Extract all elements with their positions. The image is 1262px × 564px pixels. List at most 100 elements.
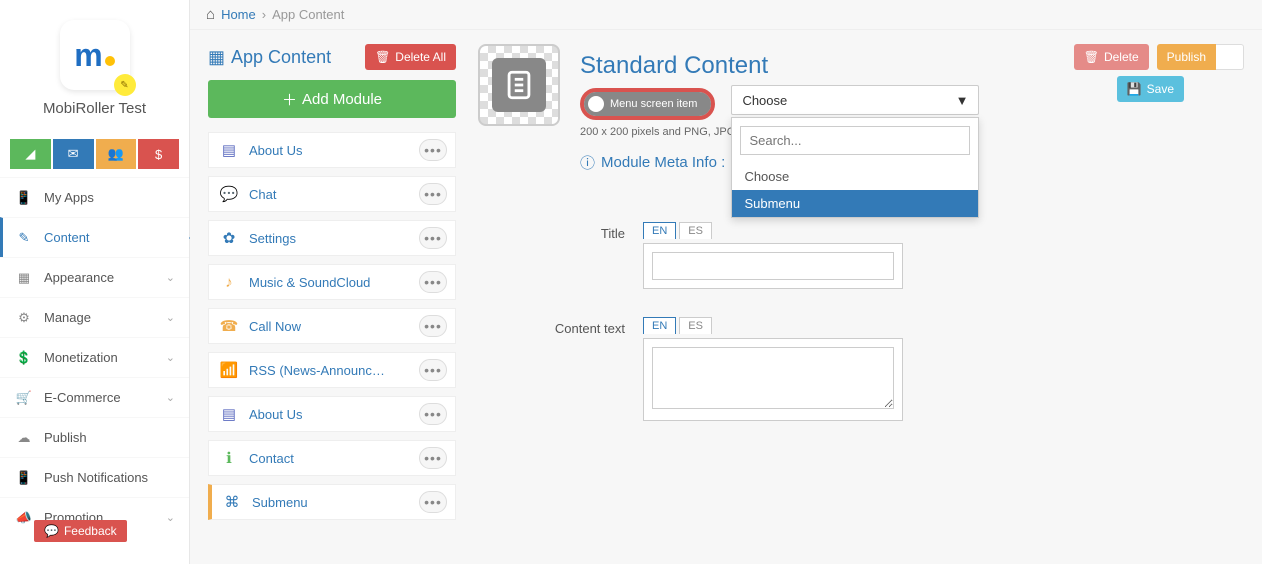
chevron-down-icon: ⌄: [166, 271, 175, 284]
module-meta-label: Module Meta Info :: [601, 154, 725, 171]
nav-appearance[interactable]: ▦Appearance⌄: [0, 257, 189, 297]
dropdown-option-submenu[interactable]: Submenu: [732, 190, 978, 217]
nav-label: Push Notifications: [44, 470, 148, 485]
app-name: MobiRoller Test: [10, 100, 179, 117]
tab-lang-es[interactable]: ES: [679, 222, 712, 239]
dropdown-option-choose[interactable]: Choose: [732, 163, 978, 190]
module-options-button[interactable]: •••: [419, 315, 447, 337]
info-icon: ⓘ: [580, 152, 595, 173]
module-editor: Standard Content Menu screen item: [478, 44, 1244, 520]
module-label: Contact: [249, 451, 419, 466]
nav-monetization[interactable]: 💲 Monetization ⌄: [0, 337, 189, 377]
main-area: ⌂ Home › App Content ▦ App Content 🗑 Del…: [190, 0, 1262, 564]
module-icon: ♪: [209, 274, 249, 291]
nav-icon: ⚙: [14, 310, 34, 326]
grid-icon: ▦: [208, 47, 225, 68]
module-label: About Us: [249, 143, 419, 158]
tab-lang-en[interactable]: EN: [643, 317, 676, 334]
module-options-button[interactable]: •••: [419, 359, 447, 381]
chevron-down-icon: ⌄: [166, 351, 175, 364]
save-button[interactable]: 💾 Save: [1117, 76, 1184, 102]
mail-icon[interactable]: ✉: [53, 139, 94, 169]
breadcrumb-section: App Content: [272, 7, 344, 22]
module-label: RSS (News-Announc…: [249, 363, 419, 378]
nav-push-notifications[interactable]: 📱 Push Notifications: [0, 457, 189, 497]
module-icon: ☎: [209, 317, 249, 335]
module-item[interactable]: ▤About Us•••: [208, 132, 456, 168]
select-box[interactable]: Choose ▼: [731, 85, 979, 115]
module-options-button[interactable]: •••: [419, 227, 447, 249]
delete-button[interactable]: 🗑 Delete: [1074, 44, 1149, 70]
publish-button[interactable]: Publish: [1157, 44, 1216, 70]
nav-label: Publish: [44, 430, 87, 445]
nav-content[interactable]: ✎Content: [0, 217, 189, 257]
stats-icon[interactable]: ◢: [10, 139, 51, 169]
app-content-title: ▦ App Content: [208, 47, 331, 68]
module-item[interactable]: ⌘Submenu•••: [208, 484, 456, 520]
chevron-right-icon: ›: [262, 7, 266, 22]
nav-publish[interactable]: ☁ Publish: [0, 417, 189, 457]
module-thumbnail[interactable]: [478, 44, 560, 126]
nav-label: E-Commerce: [44, 390, 121, 405]
content-textarea[interactable]: [652, 347, 894, 409]
add-module-button[interactable]: ＋ Add Module: [208, 80, 456, 118]
nav-label: My Apps: [44, 190, 94, 205]
module-item[interactable]: ♪Music & SoundCloud•••: [208, 264, 456, 300]
module-item[interactable]: ℹContact•••: [208, 440, 456, 476]
publish-toggle[interactable]: [1216, 44, 1244, 70]
nav-e-commerce[interactable]: 🛒E-Commerce⌄: [0, 377, 189, 417]
feedback-button[interactable]: 💬 Feedback: [34, 520, 127, 542]
users-icon[interactable]: 👥: [96, 139, 137, 169]
module-item[interactable]: ▤About Us•••: [208, 396, 456, 432]
trash-icon: 🗑: [375, 50, 390, 64]
module-item[interactable]: ✿Settings•••: [208, 220, 456, 256]
module-list-column: ▦ App Content 🗑 Delete All ＋ Add Module …: [208, 44, 456, 520]
comment-icon: 💬: [44, 524, 59, 538]
edit-logo-icon[interactable]: ✎: [114, 74, 136, 96]
module-label: About Us: [249, 407, 419, 422]
module-item[interactable]: 📶RSS (News-Announc…•••: [208, 352, 456, 388]
module-icon: 💬: [209, 185, 249, 203]
save-icon: 💾: [1127, 82, 1142, 96]
module-options-button[interactable]: •••: [419, 183, 447, 205]
breadcrumb-home[interactable]: Home: [221, 7, 256, 22]
chevron-down-icon: ▼: [956, 93, 969, 108]
title-label: Title: [478, 222, 643, 241]
module-options-button[interactable]: •••: [419, 271, 447, 293]
module-options-button[interactable]: •••: [419, 139, 447, 161]
select-dropdown: Choose Submenu: [731, 117, 979, 218]
nav-icon: ✎: [14, 230, 34, 246]
module-icon: ▤: [209, 141, 249, 159]
module-list: ▤About Us•••💬Chat•••✿Settings•••♪Music &…: [208, 132, 456, 520]
chevron-down-icon: ⌄: [166, 311, 175, 324]
tab-lang-es[interactable]: ES: [679, 317, 712, 334]
title-input[interactable]: [652, 252, 894, 280]
nav-label: Monetization: [44, 350, 118, 365]
home-icon[interactable]: ⌂: [206, 6, 215, 23]
module-options-button[interactable]: •••: [419, 447, 447, 469]
nav-icon: 📱: [14, 190, 34, 206]
menu-screen-toggle[interactable]: Menu screen item: [584, 92, 711, 116]
module-icon: ▤: [209, 405, 249, 423]
chevron-down-icon: ⌄: [166, 511, 175, 524]
nav-icon: 🛒: [14, 390, 34, 406]
dropdown-search-input[interactable]: [740, 126, 970, 155]
app-logo[interactable]: m ✎: [60, 20, 130, 90]
nav-icon: ☁: [14, 430, 34, 446]
dollar-icon[interactable]: $: [138, 139, 179, 169]
nav-manage[interactable]: ⚙Manage⌄: [0, 297, 189, 337]
sidebar: m ✎ MobiRoller Test ◢ ✉ 👥 $ 📱 My Apps ✎Con…: [0, 0, 190, 564]
module-options-button[interactable]: •••: [419, 491, 447, 513]
nav-icon: 💲: [14, 350, 34, 366]
panel-title: Standard Content: [580, 52, 979, 80]
nav-icon: 📱: [14, 470, 34, 486]
delete-all-button[interactable]: 🗑 Delete All: [365, 44, 456, 70]
module-options-button[interactable]: •••: [419, 403, 447, 425]
module-label: Submenu: [252, 495, 419, 510]
tab-lang-en[interactable]: EN: [643, 222, 676, 239]
module-item[interactable]: ☎Call Now•••: [208, 308, 456, 344]
nav-my-apps[interactable]: 📱 My Apps: [0, 177, 189, 217]
module-item[interactable]: 💬Chat•••: [208, 176, 456, 212]
quick-actions: ◢ ✉ 👥 $: [10, 139, 179, 169]
menu-screen-toggle-highlight: Menu screen item: [580, 88, 715, 120]
